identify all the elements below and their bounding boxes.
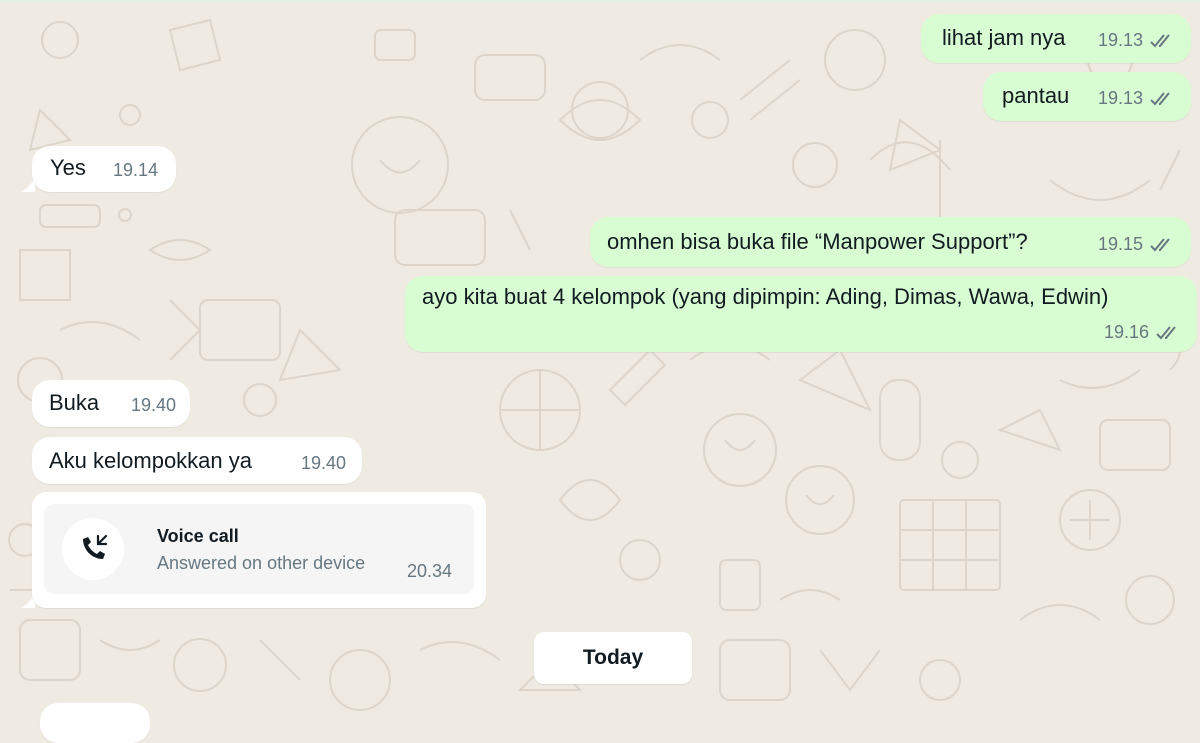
message-time: 19.13 [1097,30,1143,50]
message-outgoing[interactable]: lihat jam nya 19.13 [921,14,1191,63]
message-outgoing[interactable]: ayo kita buat 4 kelompok (yang dipimpin:… [405,276,1197,352]
voice-call-message[interactable]: Voice call Answered on other device 20.3… [32,492,486,608]
message-text: omhen bisa buka file “Manpower Support”? [607,229,1028,254]
message-time: 19.13 [1097,88,1143,108]
message-text: lihat jam nya [942,25,1066,50]
double-check-icon [1156,325,1176,339]
message-incoming[interactable]: Buka 19.40 [32,380,190,427]
double-check-icon [1150,91,1170,105]
message-time: 19.40 [130,395,176,415]
double-check-icon [1150,33,1170,47]
call-time: 20.34 [406,561,452,581]
header-divider [0,0,1200,3]
message-text: Aku kelompokkan ya [49,448,252,473]
message-meta: 19.40 [131,395,176,416]
message-meta: 19.13 [1098,30,1175,51]
call-icon-circle [62,518,124,580]
message-time: 19.15 [1097,234,1143,254]
message-incoming[interactable]: Aku kelompokkan ya 19.40 [32,437,362,484]
message-meta: 19.14 [113,160,158,181]
message-meta: 19.40 [301,453,346,474]
call-card[interactable]: Voice call Answered on other device 20.3… [44,504,474,594]
message-text: Yes [50,155,86,180]
double-check-icon [1150,237,1170,251]
message-meta: 19.13 [1098,88,1175,109]
message-time: 19.14 [112,160,158,180]
message-text: pantau [1002,83,1070,108]
message-outgoing[interactable]: omhen bisa buka file “Manpower Support”?… [590,217,1191,267]
message-outgoing[interactable]: pantau 19.13 [983,72,1191,121]
message-meta: 19.16 [1104,322,1181,343]
call-title: Voice call [157,526,239,546]
message-incoming[interactable]: Yes 19.14 [32,146,176,192]
message-text: ayo kita buat 4 kelompok (yang dipimpin:… [422,284,1109,309]
message-time: 19.16 [1103,322,1149,342]
message-incoming-partial[interactable] [40,703,150,743]
call-subtitle: Answered on other device [157,553,366,573]
message-text: Buka [49,390,100,415]
message-time: 19.40 [300,453,346,473]
incoming-call-icon [83,534,108,559]
message-meta: 19.15 [1098,234,1175,255]
date-separator: Today [534,632,692,684]
